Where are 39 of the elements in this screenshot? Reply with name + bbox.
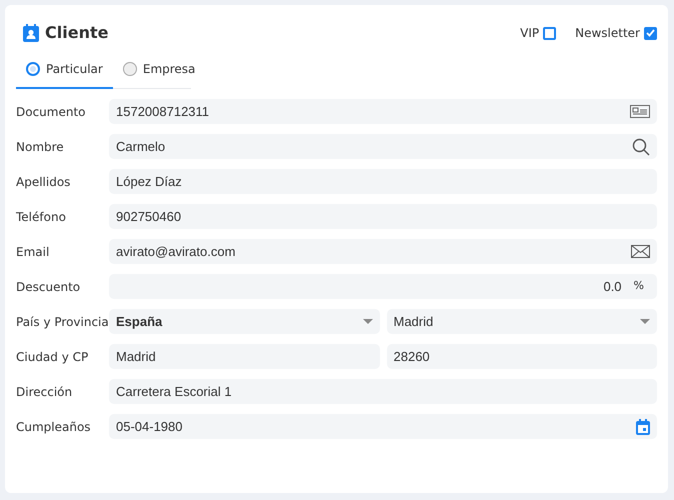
page-title: Cliente	[45, 22, 108, 44]
unit-label: %	[634, 278, 644, 294]
radio-icon	[122, 62, 137, 76]
input-field[interactable]: 0.0 %	[109, 274, 657, 299]
dropdown-field[interactable]: España	[109, 309, 380, 334]
input-field[interactable]: 902750460	[109, 204, 657, 229]
checkbox[interactable]	[543, 26, 556, 40]
field-label: Dirección	[16, 384, 74, 400]
input-field[interactable]: 28260	[386, 344, 657, 369]
checkbox-label: VIP	[520, 25, 540, 42]
caret-icon	[640, 318, 650, 324]
input-field[interactable]: 1572008712311	[109, 99, 657, 124]
checkbox[interactable]	[644, 26, 657, 40]
caret-icon	[362, 318, 372, 324]
input-field[interactable]: Madrid	[109, 344, 380, 369]
field-label: Documento	[16, 104, 87, 120]
contact-icon	[23, 24, 39, 42]
input-field[interactable]: avirato@avirato.com	[109, 239, 657, 264]
tab[interactable]: Particular	[16, 57, 113, 89]
field-label: Teléfono	[16, 208, 67, 226]
input-field[interactable]: López Díaz	[109, 169, 657, 194]
field-label: País y Provincia	[16, 314, 109, 330]
field-label: Email	[16, 244, 50, 260]
radio-icon	[26, 62, 40, 76]
field-label: Ciudad y CP	[16, 348, 90, 366]
field-label: Cumpleaños	[16, 418, 92, 436]
checkbox-label: Newsletter	[575, 25, 640, 42]
search-icon	[632, 138, 650, 156]
field-label: Nombre	[16, 138, 65, 156]
input-field[interactable]: Carretera Escorial 1	[109, 379, 657, 404]
calendar-icon	[636, 418, 650, 434]
input-field[interactable]: 05-04-1980	[109, 414, 657, 439]
field-label: Descuento	[16, 278, 82, 296]
mail-icon	[631, 245, 650, 258]
tab[interactable]: Empresa	[112, 57, 206, 89]
id-card-icon	[630, 105, 650, 118]
input-field[interactable]: Carmelo	[109, 134, 657, 159]
field-label: Apellidos	[16, 174, 72, 190]
dropdown-field[interactable]: Madrid	[386, 309, 657, 334]
